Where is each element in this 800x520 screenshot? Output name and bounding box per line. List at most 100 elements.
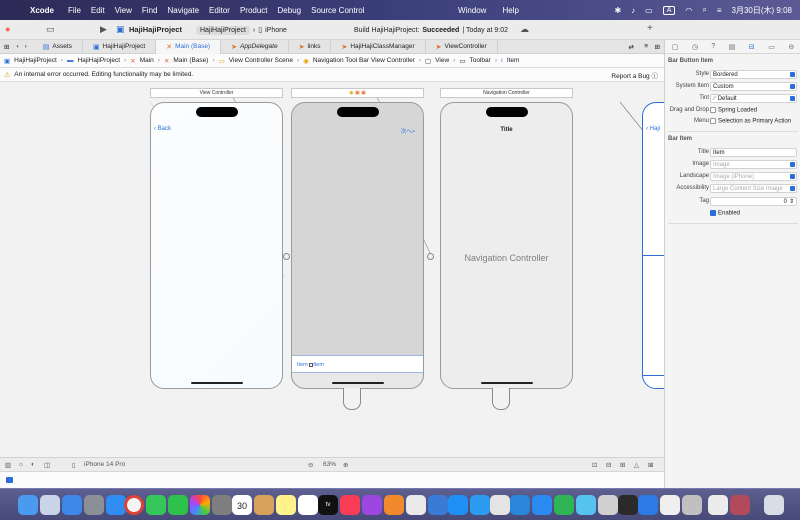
scene-title-navigation-controller[interactable]: Navigation Controller <box>440 88 573 98</box>
music-icon[interactable]: ♪ <box>631 6 635 15</box>
attributes-inspector-icon[interactable]: ⊟ <box>749 43 755 51</box>
scheme-pill[interactable]: HajiHajiProject <box>196 25 250 35</box>
toolbar[interactable]: Item Item <box>292 355 423 373</box>
battery-icon[interactable]: ▭ <box>645 6 653 15</box>
menu-help[interactable]: Help <box>502 6 518 15</box>
first-responder-icon[interactable]: ▣ <box>355 90 360 96</box>
notes-icon[interactable] <box>276 495 296 515</box>
stepper-icon[interactable]: ⇕ <box>789 198 794 205</box>
zoom-in-icon[interactable]: ⊕ <box>343 461 348 469</box>
style-select[interactable]: Bordered <box>710 70 797 79</box>
search-icon[interactable]: ⌕ <box>702 5 706 15</box>
trash-icon[interactable] <box>764 495 784 515</box>
align-icon[interactable]: ⊟ <box>606 461 611 469</box>
zoom-app-icon[interactable] <box>638 495 658 515</box>
document-outline-icon[interactable]: ▥ <box>5 461 11 469</box>
resolve-issues-icon[interactable]: △ <box>634 461 639 469</box>
toolbar-item-selected[interactable]: Item <box>313 362 324 368</box>
tab-project[interactable]: ▣ HajiHajiProject <box>83 39 157 54</box>
app-stack-icon[interactable] <box>730 495 750 515</box>
next-button[interactable]: 次へ> <box>401 127 415 135</box>
help-icon[interactable]: ? <box>711 43 715 50</box>
orientation-icon[interactable]: ◫ <box>44 461 50 469</box>
add-editor-icon[interactable]: ⊞ <box>655 43 660 51</box>
wifi-icon[interactable]: ◠ <box>685 6 692 15</box>
tint-select[interactable]: ⁄⁄⁄ Default <box>710 94 797 103</box>
file-inspector-icon[interactable]: ▢ <box>672 43 679 51</box>
activity-monitor-icon[interactable] <box>598 495 618 515</box>
primary-action-checkbox[interactable]: Selection as Primary Action <box>710 118 791 125</box>
destination-name[interactable]: iPhone <box>265 27 287 34</box>
chrome-icon[interactable] <box>124 495 144 515</box>
input-source-indicator[interactable]: A <box>662 5 676 15</box>
size-inspector-icon[interactable]: ▭ <box>768 43 775 51</box>
keynote-icon[interactable] <box>428 495 448 515</box>
breadcrumb-item[interactable]: View Controller Scene <box>229 57 293 64</box>
menu-source-control[interactable]: Source Control <box>311 6 372 15</box>
finder-helper-icon[interactable] <box>576 495 596 515</box>
exit-icon[interactable]: ▣ <box>361 90 366 96</box>
menubar-clock[interactable]: 3月30日(木) 9:08 <box>732 5 792 16</box>
segue-connector[interactable] <box>283 253 290 260</box>
menu-editor[interactable]: Editor <box>209 6 238 15</box>
device-icon[interactable]: ▯ <box>72 461 76 469</box>
breadcrumb-item[interactable]: View <box>435 57 449 64</box>
breadcrumb-item[interactable]: Navigation Tool Bar View Controller <box>313 57 415 64</box>
menu-navigate[interactable]: Navigate <box>167 6 207 15</box>
safari-icon[interactable] <box>106 495 126 515</box>
cloud-icon[interactable]: ☁ <box>520 24 529 35</box>
enabled-checkbox[interactable]: Enabled <box>710 210 740 217</box>
tab-viewcontroller[interactable]: ➤ ViewController <box>426 39 498 54</box>
spring-loaded-checkbox[interactable]: Spring Loaded <box>710 107 757 114</box>
navigation-controller-scene[interactable]: Title Navigation Controller <box>440 102 573 389</box>
menu-debug[interactable]: Debug <box>278 6 310 15</box>
device-label[interactable]: iPhone 14 Pro <box>84 461 125 468</box>
grid-icon[interactable]: ⊞ <box>0 43 13 51</box>
tab-main-base[interactable]: ✕ Main (Base) <box>156 39 222 54</box>
music-app-icon[interactable] <box>340 495 360 515</box>
word-doc-icon[interactable] <box>660 495 680 515</box>
numbers-icon[interactable] <box>554 495 574 515</box>
scheme-selector[interactable]: HajiHajiProject › ▯ iPhone <box>196 24 287 36</box>
forward-arrow-icon[interactable]: › <box>22 43 33 50</box>
contacts-book-icon[interactable] <box>254 495 274 515</box>
run-icon[interactable]: ▶ <box>100 24 107 35</box>
add-icon[interactable]: + <box>647 23 653 34</box>
view-controller-icon[interactable]: ◉ <box>349 90 353 96</box>
title-field[interactable]: Item <box>710 148 797 157</box>
mail-icon[interactable] <box>62 495 82 515</box>
launchpad-icon[interactable] <box>40 495 60 515</box>
navigator-toggle-icon[interactable]: ▭ <box>46 24 55 35</box>
identity-inspector-icon[interactable]: ▤ <box>729 43 736 51</box>
vscode-icon[interactable] <box>510 495 530 515</box>
embed-in-icon[interactable]: ⊠ <box>648 461 653 469</box>
scene-exit-handle[interactable] <box>492 388 510 410</box>
debug-toggle-icon[interactable] <box>6 477 13 483</box>
back-arrow-icon[interactable]: ‹ <box>13 43 21 50</box>
xcode-dock-icon[interactable] <box>448 495 468 515</box>
tab-links[interactable]: ➤ links <box>289 39 332 54</box>
system-preferences-icon[interactable] <box>84 495 104 515</box>
simulator-icon[interactable] <box>532 495 552 515</box>
accessibility-field[interactable]: Large Content Size Image <box>710 184 797 193</box>
tab-appdelegate[interactable]: ➤ AppDelegate <box>221 39 289 54</box>
bluetooth-icon[interactable]: ✱ <box>614 6 621 15</box>
downloads-stack-icon[interactable] <box>708 495 728 515</box>
add-constraints-icon[interactable]: ⊞ <box>620 461 625 469</box>
messages-icon[interactable] <box>146 495 166 515</box>
split-editor-icon[interactable]: ⇄ <box>629 43 634 51</box>
contacts-icon[interactable] <box>212 495 232 515</box>
control-center-icon[interactable]: ≡ <box>717 6 722 15</box>
calendar-icon[interactable]: 30 <box>232 495 252 515</box>
system-item-select[interactable]: Custom <box>710 82 797 91</box>
storyboard-canvas[interactable]: View Controller ◉ ▣ ▣ Navigation Control… <box>0 82 664 457</box>
toolbar-item[interactable]: Item <box>297 362 308 368</box>
scene-title-view-controller[interactable]: View Controller <box>150 88 283 98</box>
navigation-toolbar-view-controller-scene[interactable]: 次へ> Item Item <box>291 102 424 389</box>
menu-edit[interactable]: Edit <box>91 6 113 15</box>
breadcrumb-item[interactable]: Item <box>507 57 520 64</box>
view-controller-scene[interactable]: ‹ Back <box>150 102 283 389</box>
finder-icon[interactable] <box>18 495 38 515</box>
zoom-level[interactable]: 63% <box>323 461 336 468</box>
menu-find[interactable]: Find <box>142 6 166 15</box>
